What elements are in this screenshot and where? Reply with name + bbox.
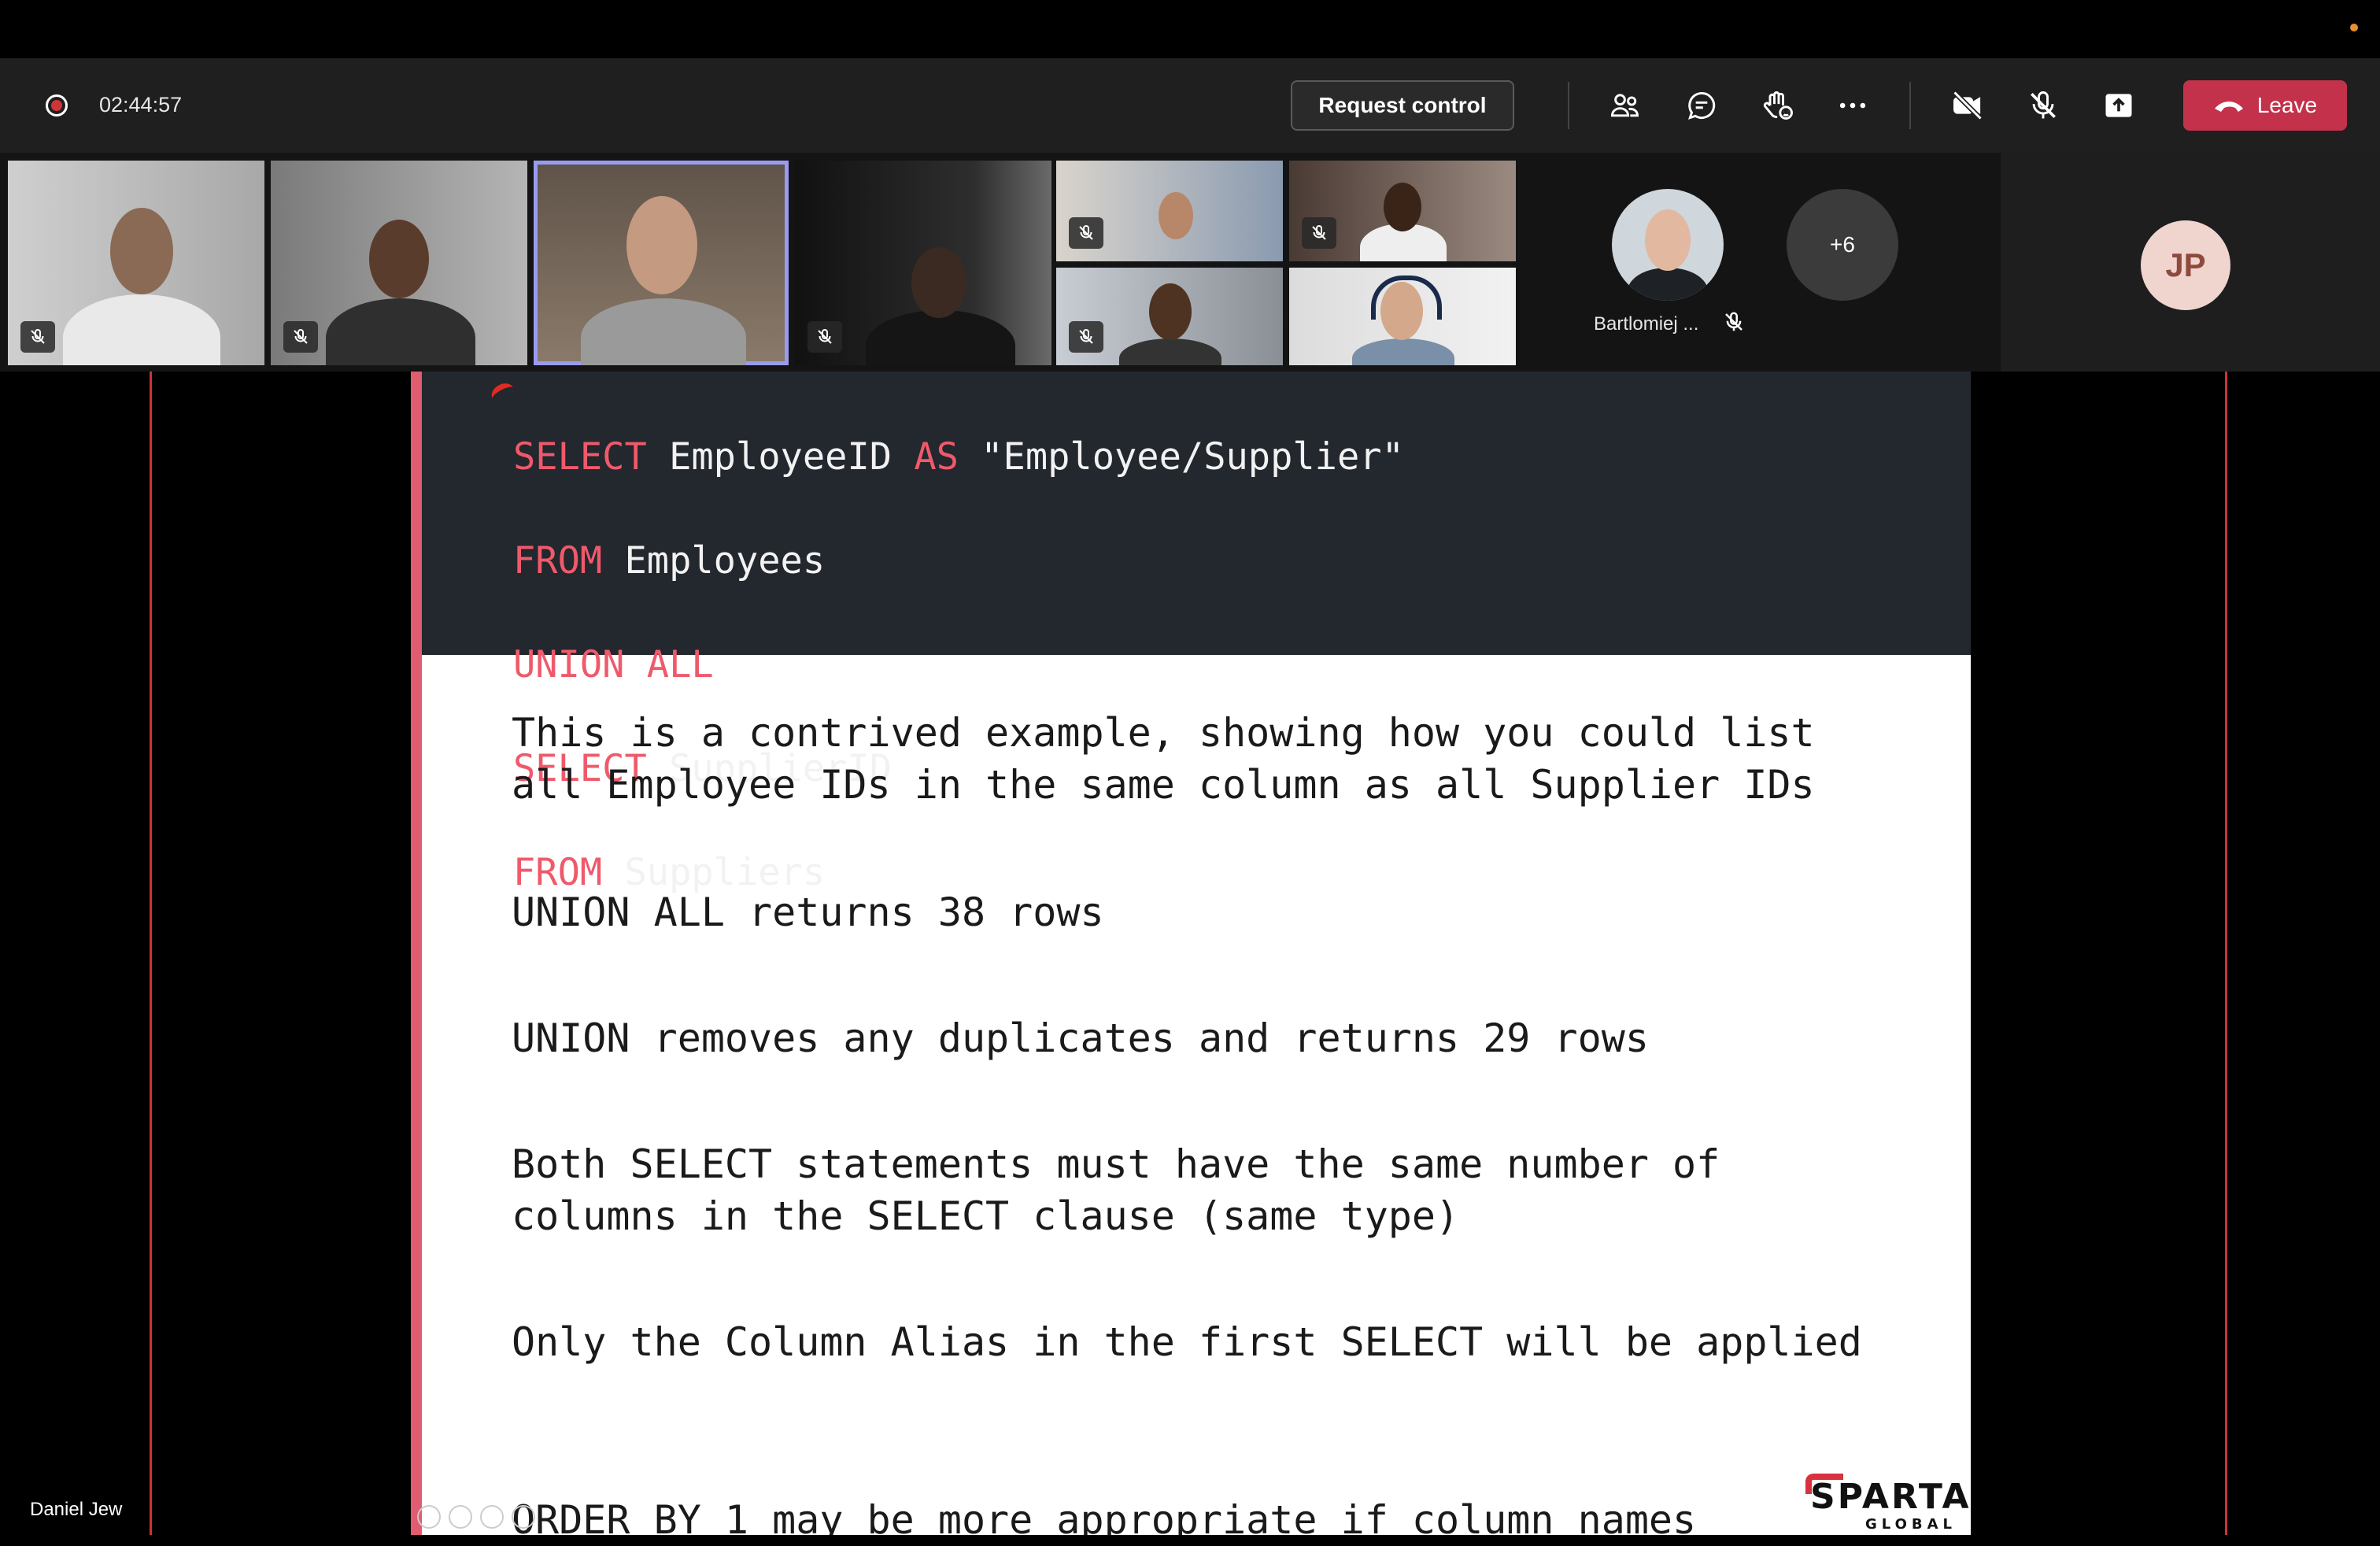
participant-avatar[interactable] xyxy=(1612,189,1724,301)
chat-icon[interactable] xyxy=(1683,87,1720,124)
request-control-button[interactable]: Request control xyxy=(1291,80,1514,131)
avatar-face xyxy=(1645,209,1691,271)
slide-prev-button[interactable] xyxy=(417,1505,441,1529)
participant-overflow: Bartlomiej ... +6 xyxy=(1519,153,1999,372)
self-video-tile: JP xyxy=(2001,153,2380,372)
shared-screen: SELECT EmployeeID AS "Employee/Supplier"… xyxy=(0,372,2380,1546)
presenter-name: Daniel Jew xyxy=(30,1499,123,1520)
mic-off-icon[interactable] xyxy=(2024,87,2062,124)
code-line: UNION ALL xyxy=(513,643,714,686)
participant-video-tile[interactable] xyxy=(1056,268,1283,365)
participant-video-tile[interactable] xyxy=(795,161,1051,365)
participant-video-tile[interactable] xyxy=(1056,161,1283,261)
participant-name: Bartlomiej ... xyxy=(1594,313,1699,335)
muted-mic-icon xyxy=(808,321,842,353)
participant-face xyxy=(626,196,697,294)
share-border-left xyxy=(150,372,152,1535)
headset-icon xyxy=(1371,276,1442,320)
slide-play-button[interactable] xyxy=(449,1505,472,1529)
meeting-control-bar: 02:44:57 Request control Leave xyxy=(0,58,2380,153)
slide-paragraph: This is a contrived example, showing how… xyxy=(512,710,1815,808)
participant-face xyxy=(1384,183,1421,231)
more-participants-button[interactable]: +6 xyxy=(1787,189,1898,301)
reactions-icon[interactable] xyxy=(1760,87,1798,124)
muted-mic-icon xyxy=(1069,321,1103,353)
participant-silhouette xyxy=(1352,338,1454,365)
participant-video-tile[interactable] xyxy=(1289,268,1516,365)
muted-mic-icon xyxy=(20,321,55,353)
slide-pen-button[interactable] xyxy=(480,1505,504,1529)
participant-video-tile[interactable] xyxy=(1289,161,1516,261)
meeting-timer: 02:44:57 xyxy=(99,93,183,117)
slide-next-button[interactable] xyxy=(512,1505,535,1529)
leave-label: Leave xyxy=(2256,93,2318,117)
participant-video-tile-speaking[interactable] xyxy=(534,161,789,365)
slide-paragraph: Both SELECT statements must have the sam… xyxy=(512,1141,1720,1239)
code-block: SELECT EmployeeID AS "Employee/Supplier"… xyxy=(422,372,1971,894)
slide-paragraph: Only the Column Alias in the first SELEC… xyxy=(512,1319,1862,1365)
people-icon[interactable] xyxy=(1606,87,1643,124)
slide-nav-controls xyxy=(417,1505,535,1529)
participant-face xyxy=(110,208,173,294)
avatar-body xyxy=(1628,268,1708,301)
muted-mic-icon xyxy=(1302,217,1336,249)
slide-paragraph: ORDER BY 1 may be more appropriate if co… xyxy=(512,1497,1697,1535)
notification-dot xyxy=(2350,24,2358,31)
divider xyxy=(1568,82,1569,129)
slide-paragraph: UNION ALL returns 38 rows xyxy=(512,890,1104,935)
window-top-bar xyxy=(0,0,2380,58)
presentation-slide: SELECT EmployeeID AS "Employee/Supplier"… xyxy=(411,372,1971,1535)
self-avatar: JP xyxy=(2141,220,2230,310)
sparta-global-logo: SPARTA GLOBAL xyxy=(1799,1470,1969,1533)
code-line: FROM Employees xyxy=(513,539,826,583)
slide-paragraph: UNION removes any duplicates and returns… xyxy=(512,1015,1649,1061)
leave-button[interactable]: Leave xyxy=(2183,80,2347,131)
participant-face xyxy=(1149,283,1192,340)
share-screen-icon[interactable] xyxy=(2100,87,2138,124)
muted-mic-icon xyxy=(1725,312,1743,331)
more-options-icon[interactable] xyxy=(1834,87,1872,124)
phone-hangup-icon xyxy=(2214,102,2243,112)
participant-silhouette xyxy=(1119,338,1221,365)
participant-video-tile[interactable] xyxy=(8,161,264,365)
participant-face xyxy=(1159,192,1193,239)
camera-off-icon[interactable] xyxy=(1949,87,1986,124)
recording-icon xyxy=(46,94,68,117)
participant-video-tile[interactable] xyxy=(271,161,527,365)
participant-face xyxy=(911,247,966,318)
participant-silhouette xyxy=(866,310,1015,365)
participant-silhouette xyxy=(581,298,746,365)
participant-silhouette xyxy=(326,298,475,365)
slide-accent-bar xyxy=(411,372,422,1535)
participant-silhouette xyxy=(63,294,220,365)
muted-mic-icon xyxy=(1069,217,1103,249)
participant-face xyxy=(369,220,429,298)
divider xyxy=(1909,82,1911,129)
muted-mic-icon xyxy=(283,321,318,353)
code-line: SELECT EmployeeID AS "Employee/Supplier" xyxy=(513,435,1404,479)
share-border-right xyxy=(2225,372,2227,1535)
